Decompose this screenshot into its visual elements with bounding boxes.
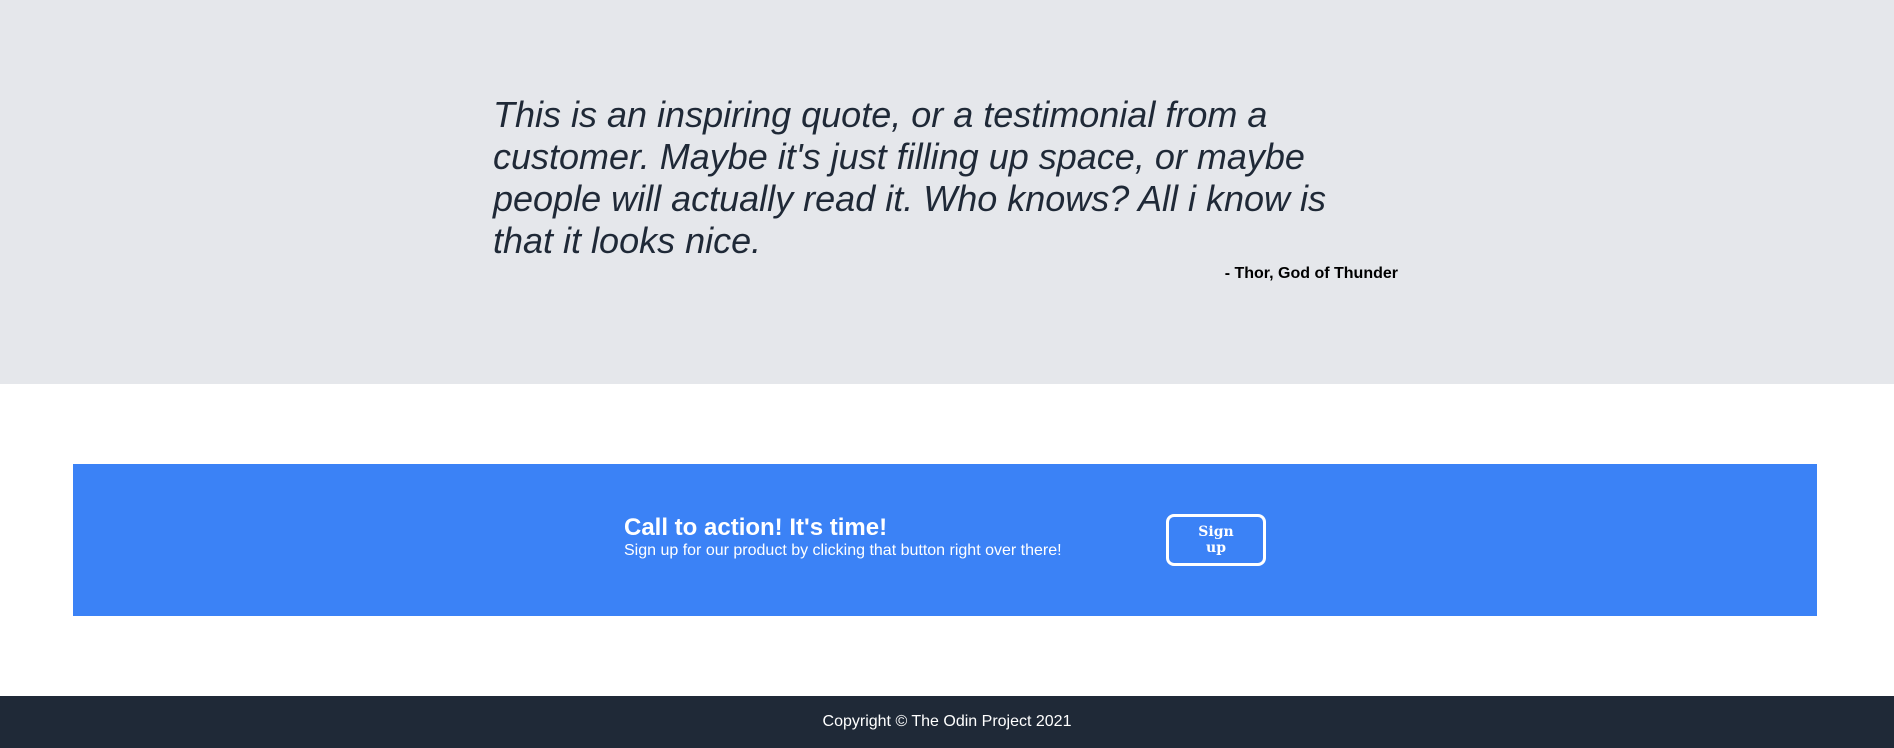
quote-text: This is an inspiring quote, or a testimo… bbox=[493, 94, 1327, 261]
cta-subtext: Sign up for our product by clicking that… bbox=[624, 542, 1062, 559]
cta-heading: Call to action! It's time! bbox=[624, 514, 888, 541]
sign-up-button[interactable]: Sign up bbox=[1166, 514, 1266, 566]
quote-author: - Thor, God of Thunder bbox=[1224, 265, 1398, 282]
footer-copyright: Copyright © The Odin Project 2021 bbox=[822, 713, 1072, 730]
quote-section: This is an inspiring quote, or a testimo… bbox=[0, 0, 1894, 384]
call-to-action-banner: Call to action! It's time! Sign up for o… bbox=[73, 464, 1817, 616]
footer: Copyright © The Odin Project 2021 bbox=[0, 696, 1894, 748]
